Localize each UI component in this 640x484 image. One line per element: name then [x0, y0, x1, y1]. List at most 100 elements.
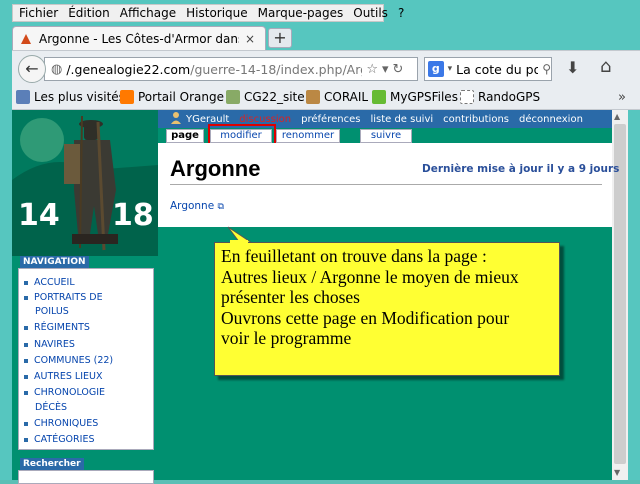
nav-label: COMMUNES (22)	[34, 355, 114, 366]
wiki-search-input[interactable]	[18, 470, 154, 484]
callout-line: voir le programme	[221, 328, 352, 348]
tab-suivre[interactable]: suivre	[360, 129, 412, 143]
nav-label: CATÉGORIES	[34, 434, 95, 445]
scrollbar-thumb[interactable]	[614, 124, 626, 464]
menu-marque-pages[interactable]: Marque-pages	[258, 6, 344, 20]
bookmark-randogps[interactable]: RandoGPS	[460, 90, 540, 104]
window-edge	[628, 110, 640, 480]
callout-line: Autres lieux / Argonne le moyen de mieux	[221, 266, 519, 287]
bullet-icon	[24, 437, 28, 442]
bookmark-star-icon[interactable]: ☆	[366, 62, 378, 77]
bullet-icon	[24, 358, 28, 363]
callout-joint	[230, 240, 248, 244]
menu-historique[interactable]: Historique	[186, 6, 248, 20]
search-icon[interactable]: ⚲	[542, 62, 551, 76]
menu-fichier[interactable]: Fichier	[19, 6, 58, 20]
reload-icon[interactable]: ↻	[393, 62, 404, 77]
bookmark-mygpsfiles[interactable]: MyGPSFiles	[372, 90, 458, 104]
argonne-link[interactable]: Argonne ⧉	[170, 200, 224, 212]
bookmark-label: CORAIL	[324, 90, 369, 104]
nav-portraits[interactable]: PORTRAITS DE	[24, 291, 103, 304]
bookmark-portail-orange[interactable]: Portail Orange	[120, 90, 224, 104]
page-title: Argonne	[170, 156, 261, 181]
tab-renommer[interactable]: renommer	[276, 129, 340, 143]
search-engine-dropdown-icon[interactable]: ▾	[448, 64, 453, 74]
nav-regiments[interactable]: RÉGIMENTS	[24, 321, 90, 334]
bullet-icon	[24, 374, 28, 379]
title-divider	[170, 184, 602, 185]
nav-chroniques[interactable]: CHRONIQUES	[24, 417, 98, 430]
nav-chronologie-cont[interactable]: DÉCÈS	[35, 401, 67, 414]
bullet-icon	[24, 421, 28, 426]
nav-label: PORTRAITS DE	[34, 292, 103, 303]
scroll-up-icon[interactable]: ▲	[614, 112, 620, 121]
nav-portraits-cont[interactable]: POILUS	[35, 305, 69, 318]
menu-help[interactable]: ?	[398, 6, 404, 20]
preferences-link[interactable]: préférences	[301, 114, 360, 125]
mygps-icon	[372, 90, 386, 104]
url-host: /.genealogie22.com	[66, 61, 191, 77]
bookmark-most-visited[interactable]: Les plus visités	[16, 90, 125, 104]
close-tab-icon[interactable]: ×	[245, 32, 255, 46]
nav-navires[interactable]: NAVIRES	[24, 338, 75, 351]
nav-label: RÉGIMENTS	[34, 322, 90, 333]
soldier-icon	[12, 110, 158, 256]
bullet-icon	[24, 295, 28, 300]
callout-line: En feuilletant on trouve dans la page :	[221, 246, 487, 266]
bookmark-corail[interactable]: CORAIL	[306, 90, 368, 104]
bullet-icon	[24, 390, 28, 395]
link-text: Argonne	[170, 200, 215, 212]
menu-edition[interactable]: Édition	[68, 6, 110, 20]
menu-outils[interactable]: Outils	[353, 6, 388, 20]
nav-categories[interactable]: CATÉGORIES	[24, 433, 94, 446]
user-link[interactable]: YGerault	[186, 114, 229, 125]
nav-label: CHRONOLOGIE	[34, 387, 106, 398]
home-icon[interactable]: ⌂	[600, 56, 611, 77]
url-bar[interactable]: ◍ /.genealogie22.com/guerre-14-18/index.…	[44, 57, 418, 81]
back-arrow-icon: ←	[25, 59, 39, 78]
bookmark-label: CG22_site	[244, 90, 305, 104]
more-bookmarks-icon[interactable]: »	[618, 90, 626, 105]
callout-line: Ouvrons cette page en Modification pour	[221, 307, 510, 328]
discussion-link[interactable]: discussion	[239, 114, 291, 125]
cg22-icon	[226, 90, 240, 104]
contributions-link[interactable]: contributions	[443, 114, 509, 125]
menu-bar: Fichier Édition Affichage Historique Mar…	[12, 4, 404, 22]
user-icon	[171, 112, 181, 124]
url-path: /guerre-14-18/index.php/Argonne	[190, 61, 362, 77]
annotation-callout: En feuilletant on trouve dans la page : …	[214, 242, 560, 376]
external-link-icon: ⧉	[217, 202, 224, 212]
bookmark-label: RandoGPS	[478, 90, 541, 104]
nav-autres-lieux[interactable]: AUTRES LIEUX	[24, 370, 102, 383]
bookmark-folder-icon	[16, 90, 30, 104]
scroll-down-icon[interactable]: ▼	[614, 468, 620, 477]
favicon-icon	[21, 33, 31, 44]
download-icon[interactable]: ⬇	[566, 58, 579, 77]
tab-page[interactable]: page	[166, 129, 204, 143]
bookmark-cg22[interactable]: CG22_site	[226, 90, 305, 104]
site-logo[interactable]: 14 18	[12, 110, 158, 256]
browser-tab[interactable]: Argonne - Les Côtes-d'Armor dans la Gr..…	[12, 26, 266, 50]
logout-link[interactable]: déconnexion	[519, 114, 583, 125]
nav-label: CHRONIQUES	[34, 418, 99, 429]
menu-affichage[interactable]: Affichage	[120, 6, 176, 20]
search-input[interactable]: La cote du po	[456, 62, 538, 77]
nav-accueil[interactable]: ACCUEIL	[24, 276, 75, 289]
corail-icon	[306, 90, 320, 104]
bullet-icon	[24, 325, 28, 330]
last-modified: Dernière mise à jour il y a 9 jours	[422, 163, 620, 175]
nav-communes[interactable]: COMMUNES (22)	[24, 354, 113, 367]
nav-label: ACCUEIL	[34, 277, 75, 288]
dropdown-icon[interactable]: ▾	[382, 62, 389, 77]
new-tab-button[interactable]: +	[268, 28, 292, 48]
back-button[interactable]: ←	[18, 55, 46, 83]
watchlist-link[interactable]: liste de suivi	[370, 114, 433, 125]
search-bar[interactable]: g ▾ La cote du po ⚲	[424, 57, 552, 81]
bullet-icon	[24, 342, 28, 347]
page-icon	[460, 90, 474, 104]
nav-chronologie[interactable]: CHRONOLOGIE	[24, 386, 105, 399]
google-icon[interactable]: g	[428, 61, 444, 77]
globe-icon: ◍	[51, 61, 63, 77]
orange-icon	[120, 90, 134, 104]
logo-text-right: 18	[112, 198, 154, 233]
